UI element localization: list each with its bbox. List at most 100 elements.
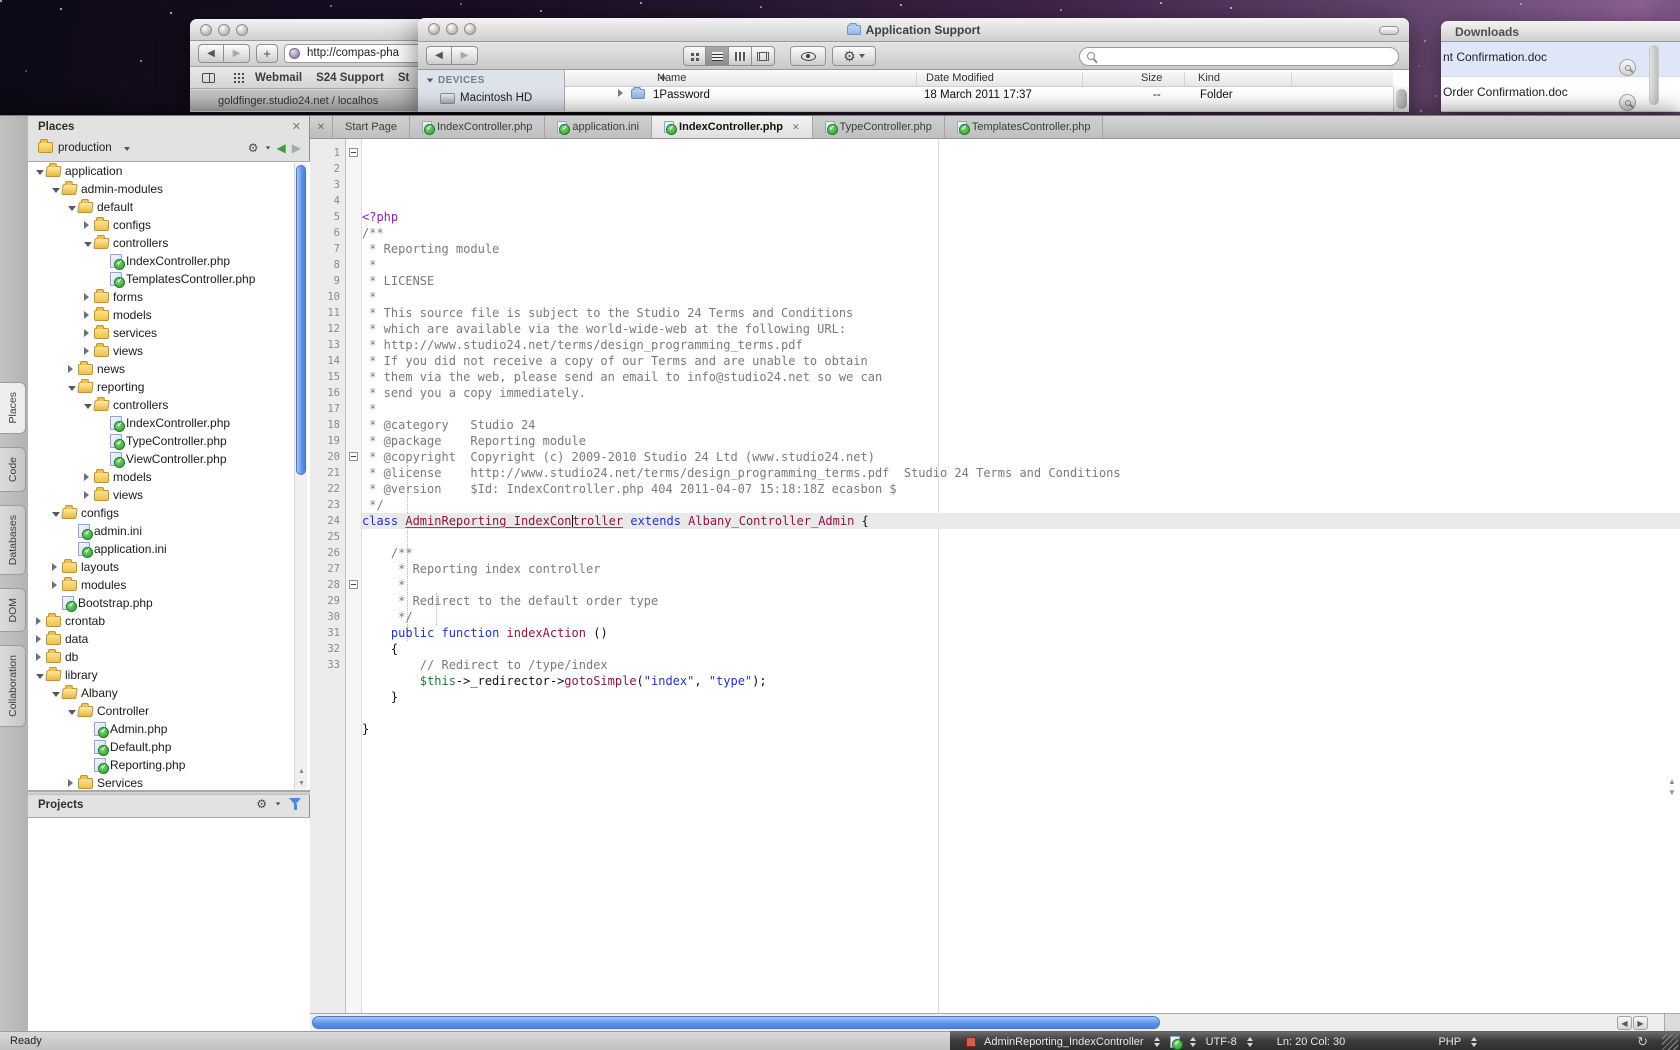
projects-list[interactable] — [28, 817, 310, 1031]
toolbar-toggle-button[interactable] — [1379, 26, 1399, 35]
disclosure-icon[interactable] — [52, 576, 62, 594]
disclosure-icon[interactable] — [68, 774, 78, 791]
editor-content[interactable]: 1234567891011121314151617181920212223242… — [310, 139, 1680, 1013]
fold-cell[interactable] — [346, 145, 361, 161]
resize-grip[interactable] — [1662, 1034, 1678, 1050]
fold-collapse-icon[interactable] — [349, 148, 358, 157]
editor-tab-indexcontroller-php[interactable]: IndexController.php — [409, 116, 545, 138]
fold-cell[interactable] — [346, 577, 361, 593]
side-tab-dom[interactable]: DOM — [0, 588, 26, 633]
editor-tab-indexcontroller-php[interactable]: IndexController.php✕ — [651, 116, 812, 138]
editor-tab-application-ini[interactable]: application.ini — [544, 116, 652, 138]
scroll-down-icon[interactable]: ▼ — [298, 780, 305, 787]
back-icon[interactable]: ◀ — [277, 141, 286, 155]
disclosure-icon[interactable] — [84, 468, 94, 486]
sidebar-section-devices[interactable]: DEVICES — [426, 75, 485, 86]
editor-vertical-scroll-arrows[interactable]: ▲▼ — [1666, 776, 1678, 798]
minimize-window-button[interactable] — [218, 24, 230, 36]
tree-item-reporting-php[interactable]: Reporting.php — [28, 756, 310, 774]
tree-item-configs[interactable]: configs — [28, 216, 310, 234]
disclosure-icon[interactable] — [68, 378, 78, 396]
current-symbol[interactable]: AdminReporting_IndexController — [984, 1036, 1144, 1048]
disclosure-icon[interactable] — [68, 702, 78, 720]
close-icon[interactable]: ✕ — [310, 116, 332, 138]
download-item[interactable]: nt Confirmation.doc — [1441, 42, 1680, 77]
tree-item-views[interactable]: views — [28, 342, 310, 360]
sidebar-item-macintosh-hd[interactable]: Macintosh HD — [440, 92, 532, 104]
scroll-left-icon[interactable]: ◀ — [1617, 1016, 1632, 1030]
table-row[interactable]: 1Password18 March 2011 17:37--Folder — [565, 87, 1393, 105]
disclosure-icon[interactable] — [618, 89, 623, 97]
tree-item-controllers[interactable]: controllers — [28, 234, 310, 252]
disclosure-icon[interactable] — [52, 558, 62, 576]
tree-item-indexcontroller-php[interactable]: IndexController.php — [28, 252, 310, 270]
tree-item-bootstrap-php[interactable]: Bootstrap.php — [28, 594, 310, 612]
tree-item-application-ini[interactable]: application.ini — [28, 540, 310, 558]
tree-item-controllers[interactable]: controllers — [28, 396, 310, 414]
encoding-indicator[interactable]: UTF-8 — [1206, 1036, 1237, 1048]
symbol-stepper[interactable] — [1154, 1037, 1160, 1047]
tree-item-views[interactable]: views — [28, 486, 310, 504]
tree-item-controller[interactable]: Controller — [28, 702, 310, 720]
tree-item-services[interactable]: services — [28, 324, 310, 342]
tree-item-templatescontroller-php[interactable]: TemplatesController.php — [28, 270, 310, 288]
horizontal-scrollbar[interactable]: ◀ ▶ — [310, 1013, 1680, 1031]
reveal-in-finder-button[interactable] — [1619, 94, 1636, 111]
list-view-button[interactable] — [706, 46, 729, 66]
finder-titlebar[interactable]: Application Support — [418, 18, 1409, 42]
reveal-in-finder-button[interactable] — [1619, 59, 1636, 76]
language-indicator[interactable]: PHP — [1438, 1036, 1461, 1048]
tree-item-typecontroller-php[interactable]: TypeController.php — [28, 432, 310, 450]
side-tab-places[interactable]: Places — [0, 382, 26, 434]
scrollbar-thumb[interactable] — [312, 1016, 1160, 1029]
column-header-name[interactable]: Name — [657, 72, 686, 84]
disclosure-icon[interactable] — [84, 216, 94, 234]
bookmarks-icon[interactable] — [202, 73, 215, 83]
tree-item-reporting[interactable]: reporting — [28, 378, 310, 396]
tree-item-news[interactable]: news — [28, 360, 310, 378]
disclosure-icon[interactable] — [36, 666, 46, 684]
side-tab-collaboration[interactable]: Collaboration — [0, 645, 26, 727]
tree-item-library[interactable]: library — [28, 666, 310, 684]
disclosure-icon[interactable] — [36, 648, 46, 666]
tree-item-modules[interactable]: modules — [28, 576, 310, 594]
fold-cell[interactable] — [346, 449, 361, 465]
disclosure-icon[interactable] — [84, 234, 94, 252]
download-item[interactable]: Order Confirmation.doc — [1441, 77, 1680, 112]
editor-tab-typecontroller-php[interactable]: TypeController.php — [812, 116, 945, 138]
scrollbar[interactable] — [1393, 87, 1409, 111]
encoding-stepper[interactable] — [1247, 1037, 1253, 1047]
scrollbar-thumb[interactable] — [1649, 45, 1659, 105]
disclosure-icon[interactable] — [36, 612, 46, 630]
scroll-up-icon[interactable]: ▲ — [298, 768, 305, 775]
tree-item-layouts[interactable]: layouts — [28, 558, 310, 576]
tree-item-admin-ini[interactable]: admin.ini — [28, 522, 310, 540]
back-button[interactable]: ◀ — [426, 46, 452, 65]
root-selector[interactable]: production — [58, 142, 112, 154]
tree-item-viewcontroller-php[interactable]: ViewController.php — [28, 450, 310, 468]
tree-item-albany[interactable]: Albany — [28, 684, 310, 702]
scrollbar[interactable]: ▲ ▼ — [294, 163, 307, 789]
code-area[interactable]: <?php/** * Reporting module * * LICENSE … — [362, 139, 1680, 1013]
tree-item-data[interactable]: data — [28, 630, 310, 648]
column-header-size[interactable]: Size — [1141, 72, 1162, 84]
tree-item-configs[interactable]: configs — [28, 504, 310, 522]
fold-collapse-icon[interactable] — [349, 580, 358, 589]
file-stepper[interactable] — [1190, 1037, 1196, 1047]
tree-item-models[interactable]: models — [28, 306, 310, 324]
disclosure-icon[interactable] — [36, 630, 46, 648]
disclosure-icon[interactable] — [84, 342, 94, 360]
disclosure-icon[interactable] — [84, 288, 94, 306]
new-tab-button[interactable]: + — [256, 44, 278, 63]
tree-item-admin-php[interactable]: Admin.php — [28, 720, 310, 738]
disclosure-icon[interactable] — [36, 162, 46, 180]
gear-icon[interactable]: ⚙ — [248, 142, 259, 154]
coverflow-view-button[interactable] — [752, 46, 775, 66]
side-tab-code[interactable]: Code — [0, 447, 26, 492]
tree-item-application[interactable]: application — [28, 162, 310, 180]
bookmark-item-s24-support[interactable]: S24 Support — [316, 72, 384, 84]
close-icon[interactable]: ✕ — [792, 122, 800, 133]
downloads-titlebar[interactable]: Downloads — [1441, 21, 1680, 42]
forward-icon[interactable]: ▶ — [292, 141, 301, 155]
column-header-kind[interactable]: Kind — [1198, 72, 1220, 84]
